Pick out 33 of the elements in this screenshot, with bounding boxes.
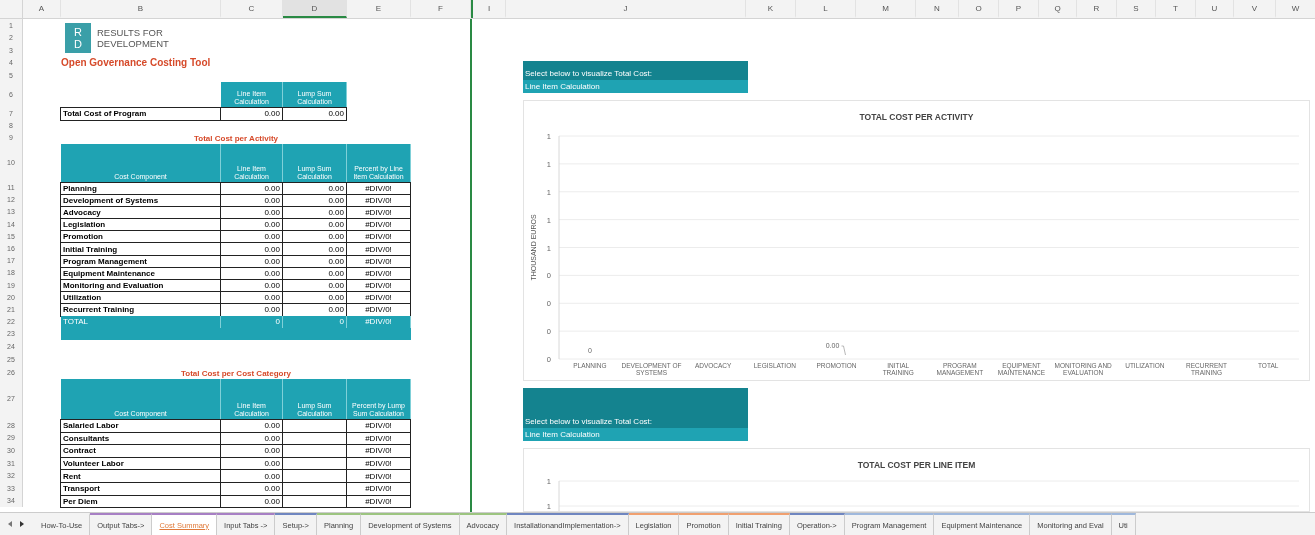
column-header[interactable]: K xyxy=(746,0,796,18)
column-header[interactable]: J xyxy=(506,0,746,18)
column-header[interactable]: O xyxy=(959,0,999,18)
logo-mark: R D xyxy=(65,22,91,53)
column-header[interactable]: Q xyxy=(1039,0,1077,18)
column-header[interactable]: S xyxy=(1117,0,1156,18)
table-title: Total Cost per Activity xyxy=(193,133,279,144)
column-header[interactable]: T xyxy=(1156,0,1196,18)
column-header[interactable]: P xyxy=(999,0,1039,18)
next-sheet-icon[interactable] xyxy=(20,521,24,527)
column-header[interactable]: E xyxy=(347,0,411,18)
column-header[interactable]: V xyxy=(1234,0,1276,18)
table-cell: Total Cost of Program xyxy=(60,106,221,121)
logo-text: RESULTS FOR xyxy=(97,26,164,38)
column-header[interactable]: A xyxy=(23,0,61,18)
column-header[interactable]: B xyxy=(61,0,221,18)
leader-line xyxy=(841,345,846,356)
column-header[interactable]: R xyxy=(1077,0,1117,18)
column-header[interactable]: M xyxy=(856,0,916,18)
column-header[interactable]: W xyxy=(1276,0,1315,18)
table-title: Total Cost per Cost Category xyxy=(179,368,293,379)
column-header[interactable]: I xyxy=(473,0,506,18)
column-header[interactable]: D xyxy=(283,0,347,18)
previous-sheet-icon[interactable] xyxy=(8,521,12,527)
tool-title: Open Governance Costing Tool xyxy=(61,57,211,69)
chart-title: TOTAL COST PER LINE ITEM xyxy=(857,460,976,470)
logo-text: DEVELOPMENT xyxy=(97,37,169,49)
chart-title: TOTAL COST PER ACTIVITY xyxy=(859,112,974,122)
column-header[interactable]: N xyxy=(916,0,959,18)
column-header[interactable]: L xyxy=(796,0,856,18)
selector-prompt: Select below to visualize Total Cost: xyxy=(523,61,748,80)
column-header[interactable]: U xyxy=(1196,0,1234,18)
selector-prompt: Select below to visualize Total Cost: xyxy=(523,388,748,428)
